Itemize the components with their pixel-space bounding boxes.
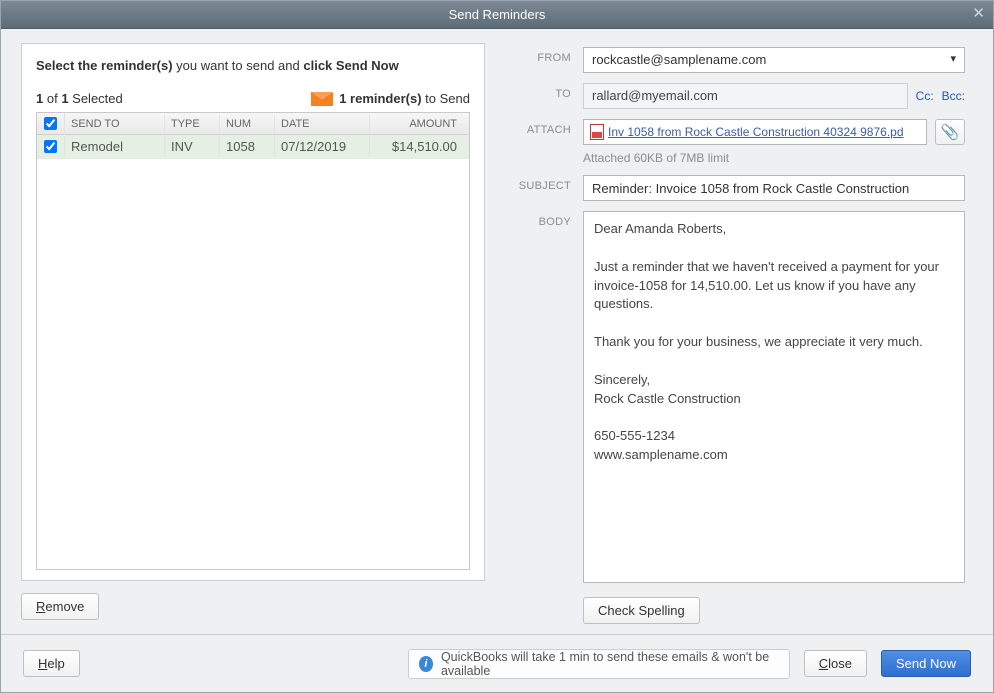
help-button[interactable]: Help [23,650,80,677]
instruction-bold2: click Send Now [303,58,398,73]
check-spelling-button[interactable]: Check Spelling [583,597,700,624]
attach-button[interactable]: 📎 [935,119,965,145]
reminders-count: 1 reminder(s) to Send [311,91,470,106]
row-type: INV [165,136,220,157]
header-amount[interactable]: AMOUNT [370,115,469,133]
row-amount: $14,510.00 [370,136,469,157]
selection-summary-row: 1 of 1 Selected 1 reminder(s) to Send [36,91,470,106]
row-send-to: Remodel [65,136,165,157]
from-label: FROM [509,47,571,64]
info-text: QuickBooks will take 1 min to send these… [441,650,779,678]
send-reminders-window: Send Reminders ✕ Select the reminder(s) … [0,0,994,693]
to-label: TO [509,83,571,100]
attachment-chip[interactable]: Inv 1058 from Rock Castle Construction 4… [583,119,927,145]
from-row: FROM rockcastle@samplename.com [509,47,965,73]
instruction-mid: you want to send and [173,58,304,73]
header-checkbox[interactable] [37,113,65,135]
close-icon[interactable]: ✕ [972,4,985,22]
footer: Help i QuickBooks will take 1 min to sen… [1,634,993,692]
cc-link[interactable]: Cc: [916,89,934,103]
table-body: Remodel INV 1058 07/12/2019 $14,510.00 [37,135,469,569]
titlebar: Send Reminders ✕ [1,1,993,29]
selection-count: 1 of 1 Selected [36,91,123,106]
info-icon: i [419,656,433,672]
attachment-hint: Attached 60KB of 7MB limit [583,151,965,165]
row-date: 07/12/2019 [275,136,370,157]
paperclip-icon: 📎 [941,123,960,141]
instruction-text: Select the reminder(s) you want to send … [36,58,470,73]
attach-label: ATTACH [509,119,571,136]
body-textarea[interactable]: Dear Amanda Roberts, Just a reminder tha… [583,211,965,583]
row-checkbox[interactable] [37,136,65,158]
reminders-card: Select the reminder(s) you want to send … [21,43,485,581]
window-title: Send Reminders [449,7,546,22]
subject-row: SUBJECT [509,175,965,201]
body-row: BODY Dear Amanda Roberts, Just a reminde… [509,211,965,583]
to-row: TO rallard@myemail.com Cc: Bcc: [509,83,965,109]
bcc-link[interactable]: Bcc: [942,89,965,103]
remove-button[interactable]: Remove [21,593,99,620]
close-button[interactable]: Close [804,650,867,677]
header-num[interactable]: NUM [220,115,275,133]
attach-row: ATTACH Inv 1058 from Rock Castle Constru… [509,119,965,145]
pdf-icon [590,124,604,140]
subject-input[interactable] [583,175,965,201]
table-row[interactable]: Remodel INV 1058 07/12/2019 $14,510.00 [37,135,469,159]
content-area: Select the reminder(s) you want to send … [1,29,993,634]
header-date[interactable]: DATE [275,115,370,133]
header-send-to[interactable]: SEND TO [65,115,165,133]
from-dropdown[interactable]: rockcastle@samplename.com [583,47,965,73]
email-panel: FROM rockcastle@samplename.com TO rallar… [501,29,993,634]
left-panel: Select the reminder(s) you want to send … [1,29,501,634]
row-num: 1058 [220,136,275,157]
info-bar: i QuickBooks will take 1 min to send the… [408,649,790,679]
subject-label: SUBJECT [509,175,571,192]
envelope-icon [311,92,333,106]
table-header: SEND TO TYPE NUM DATE AMOUNT [37,113,469,135]
body-label: BODY [509,211,571,583]
instruction-bold1: Select the reminder(s) [36,58,173,73]
header-type[interactable]: TYPE [165,115,220,133]
send-now-button[interactable]: Send Now [881,650,971,677]
reminders-table: SEND TO TYPE NUM DATE AMOUNT Remodel INV… [36,112,470,570]
to-input[interactable]: rallard@myemail.com [583,83,908,109]
attachment-filename: Inv 1058 from Rock Castle Construction 4… [608,125,904,139]
